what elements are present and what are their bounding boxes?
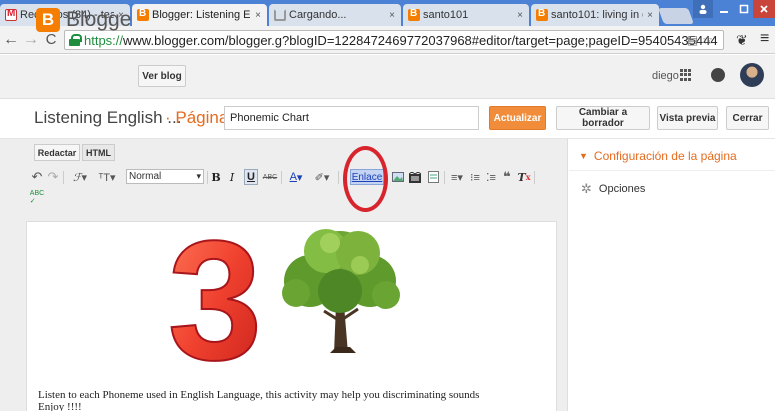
spellcheck-icon[interactable]: ABC ✓ — [30, 189, 44, 205]
toolbar-separator — [338, 171, 339, 184]
tree-image[interactable] — [270, 225, 410, 355]
toolbar-separator — [534, 171, 535, 184]
tab-title: Blogger: Listening En — [152, 9, 252, 21]
options-label: Opciones — [598, 183, 646, 195]
toolbar-separator — [281, 171, 282, 184]
numbered-list-icon[interactable]: ⁝≡ — [468, 169, 482, 185]
format-select[interactable]: Normal — [126, 169, 204, 184]
close-icon[interactable]: × — [517, 10, 523, 21]
toolbar-separator — [63, 171, 64, 184]
update-button[interactable]: Actualizar — [489, 106, 546, 130]
sidebar-divider — [569, 170, 775, 171]
redo-icon[interactable]: ↷ — [46, 169, 60, 185]
page-label: · Página — [165, 108, 229, 127]
page-settings-sidebar — [569, 139, 775, 411]
url-text: www.blogger.com/blogger.g?blogID=1228472… — [123, 32, 718, 48]
user-name[interactable]: diego — [652, 70, 679, 82]
close-icon[interactable]: × — [389, 10, 395, 21]
insert-jump-break-icon[interactable] — [426, 169, 440, 185]
tab-title: santo101 — [423, 9, 469, 21]
close-icon[interactable]: × — [647, 10, 653, 21]
page-settings-title: Configuración de la página — [593, 149, 737, 163]
window-close-icon[interactable] — [753, 0, 775, 18]
tab-title: Cargando... — [289, 9, 347, 21]
gmail-icon — [5, 8, 17, 21]
blog-title[interactable]: Listening English ... — [34, 108, 181, 128]
back-icon[interactable]: ← — [2, 30, 20, 50]
link-button[interactable]: Enlace — [350, 169, 384, 185]
strikethrough-icon[interactable]: ABC — [262, 169, 278, 185]
page-title-input[interactable] — [224, 106, 479, 130]
preview-button[interactable]: Vista previa — [657, 106, 718, 130]
clear-formatting-icon[interactable]: Tx — [517, 169, 531, 185]
tab-loading[interactable]: Cargando... × — [269, 4, 401, 26]
blogger-logo-icon[interactable]: B — [36, 8, 60, 32]
loading-icon — [274, 9, 286, 21]
reload-icon[interactable]: C — [42, 30, 60, 50]
bold-icon[interactable]: B — [210, 169, 222, 185]
align-icon[interactable]: ≡▾ — [448, 169, 466, 185]
quote-icon[interactable]: ❝ — [500, 169, 514, 185]
revert-to-draft-button[interactable]: Cambiar a borrador — [556, 106, 650, 130]
apps-grid-icon[interactable] — [680, 69, 692, 81]
bookmark-star-icon[interactable]: ▤☆ — [687, 33, 717, 47]
close-icon[interactable]: × — [255, 10, 261, 21]
address-bar[interactable]: https:// www.blogger.com/blogger.g?blogI… — [64, 30, 724, 50]
forward-icon[interactable]: → — [22, 30, 40, 50]
html-mode-button[interactable]: HTML — [82, 144, 115, 161]
new-tab-button[interactable] — [658, 8, 694, 24]
image-number: 3 — [168, 221, 263, 371]
compose-mode-button[interactable]: Redactar — [34, 144, 80, 161]
tab-blogger-editor[interactable]: Blogger: Listening En × — [132, 4, 267, 26]
page-settings-header[interactable]: ▼ Configuración de la página — [579, 149, 737, 163]
blogger-icon — [137, 8, 149, 21]
blogger-brand[interactable]: Blogger — [66, 8, 138, 32]
minimize-icon[interactable] — [713, 0, 735, 18]
star-icon[interactable]: ☆ — [702, 33, 717, 47]
tab-title: santo101: living in ot — [551, 9, 644, 21]
insert-image-icon[interactable] — [391, 169, 405, 185]
view-blog-button[interactable]: Ver blog — [138, 65, 186, 87]
underline-icon[interactable]: U — [244, 169, 258, 185]
undo-icon[interactable]: ↶ — [30, 169, 44, 185]
highlight-color-icon[interactable]: ✐▾ — [310, 169, 334, 185]
italic-icon[interactable]: I — [226, 169, 238, 185]
chrome-menu-icon[interactable]: ≡ — [760, 30, 769, 48]
text-color-icon[interactable]: A ▾ — [284, 169, 308, 185]
gear-icon: ✲ — [581, 181, 592, 196]
blogger-icon — [408, 8, 420, 21]
font-size-icon[interactable]: ᵀT▾ — [94, 169, 120, 185]
insert-video-icon[interactable] — [408, 169, 422, 185]
toolbar-separator — [444, 171, 445, 184]
blogger-icon — [536, 8, 548, 21]
lock-icon — [69, 34, 82, 46]
page-action-icon[interactable]: ▤ — [687, 33, 702, 47]
font-family-icon[interactable]: ℱ▾ — [68, 169, 92, 185]
close-button[interactable]: Cerrar — [726, 106, 769, 130]
extension-icon[interactable]: ❦ — [736, 32, 748, 49]
triangle-down-icon: ▼ — [579, 151, 588, 161]
bulleted-list-icon[interactable]: ⁚≡ — [484, 169, 498, 185]
user-profile-icon[interactable] — [693, 0, 713, 18]
post-body-text[interactable]: Listen to each Phoneme used in English L… — [38, 389, 508, 411]
tab-santo101[interactable]: santo101 × — [403, 4, 529, 26]
number-three-image[interactable]: 3 — [165, 221, 265, 371]
notifications-icon[interactable] — [711, 68, 725, 82]
toolbar-separator — [207, 171, 208, 184]
options-item[interactable]: ✲ Opciones — [581, 181, 645, 197]
avatar[interactable] — [740, 63, 764, 87]
url-scheme: https:// — [84, 32, 124, 48]
tab-santo101-living[interactable]: santo101: living in ot × — [531, 4, 659, 26]
maximize-icon[interactable] — [735, 0, 753, 18]
